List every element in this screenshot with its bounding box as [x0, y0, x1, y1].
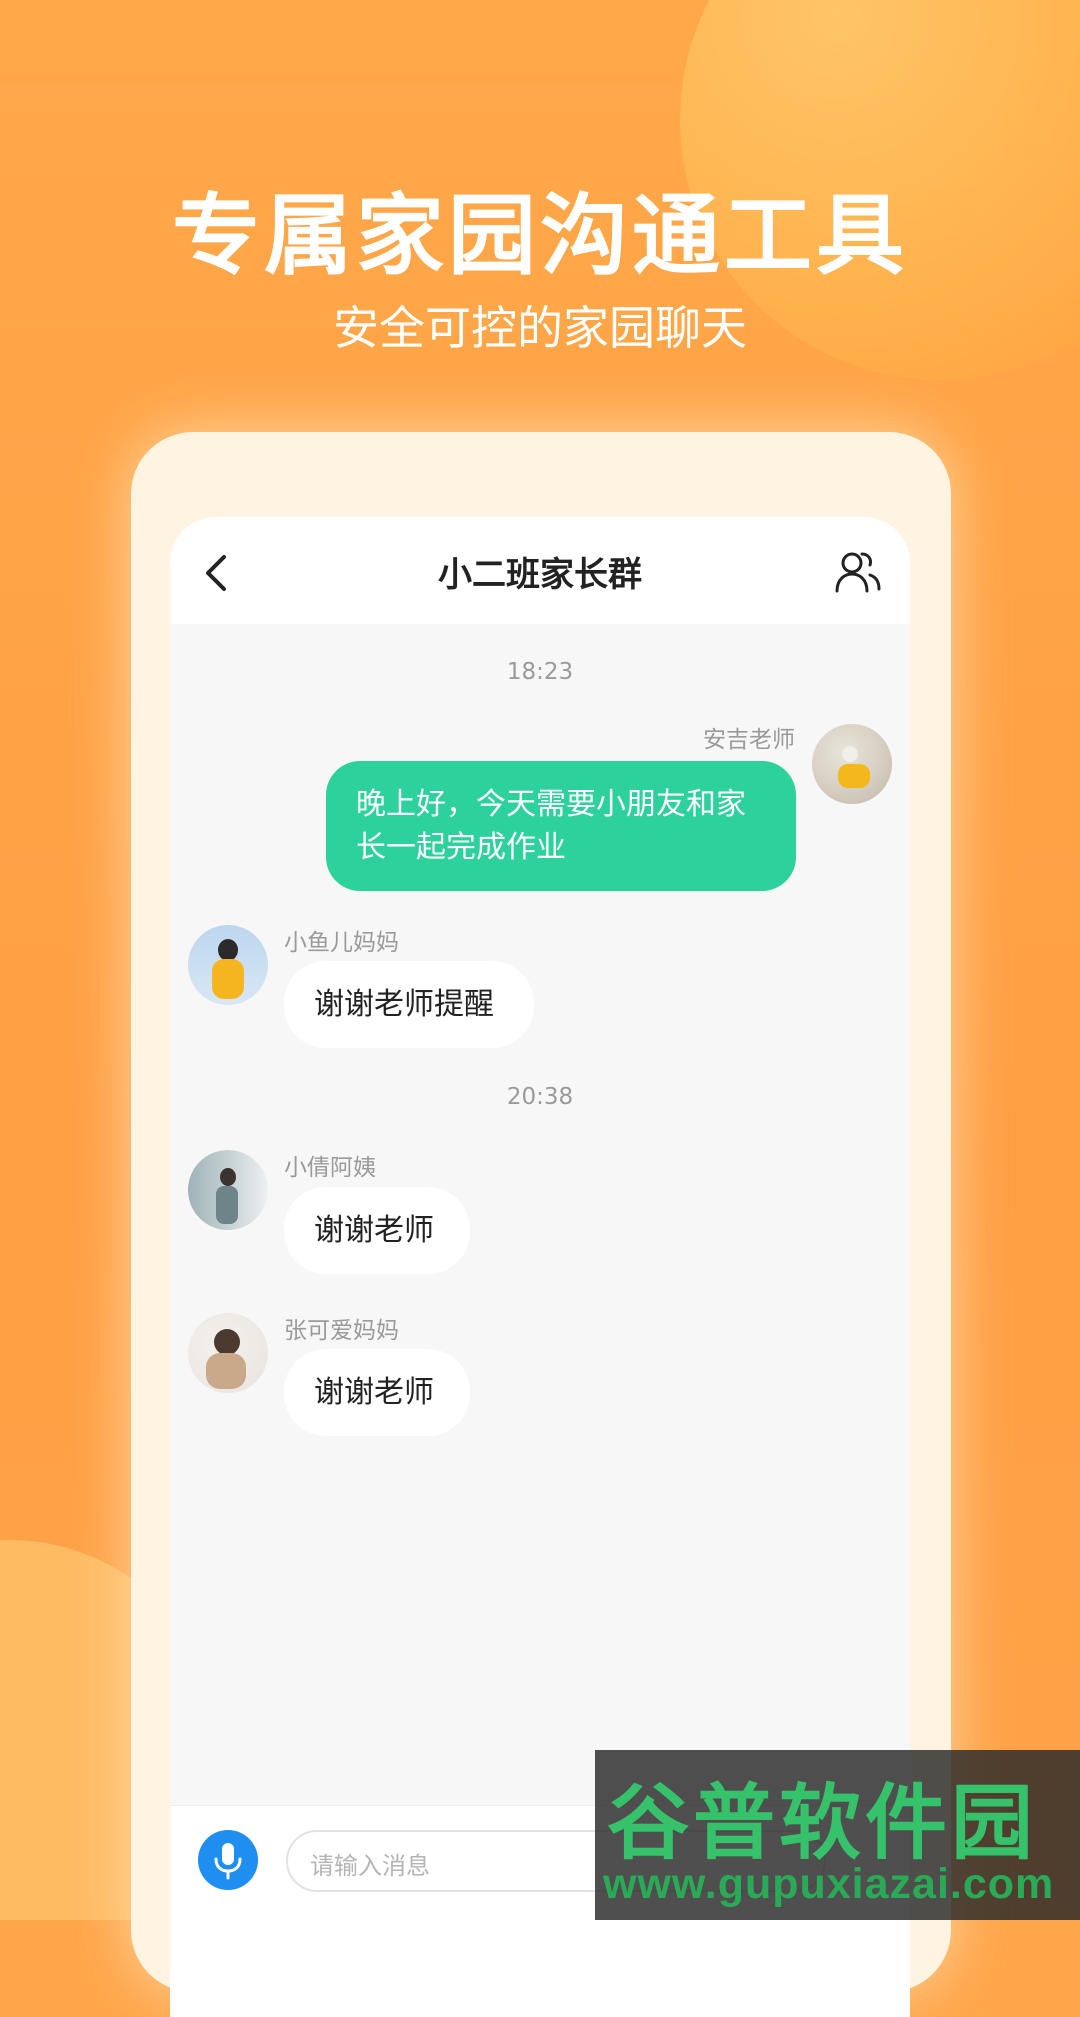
promo-headline: 专属家园沟通工具: [171, 184, 908, 287]
sender-name: 安吉老师: [703, 727, 795, 753]
microphone-icon: [214, 1843, 242, 1880]
avatar[interactable]: [188, 1150, 268, 1230]
message-bubble[interactable]: 晚上好，今天需要小朋友和家长一起完成作业: [326, 761, 796, 891]
site-watermark: 谷普软件园 www.gupuxiazai.com: [595, 1750, 1080, 1920]
watermark-title: 谷普软件园: [607, 1776, 1038, 1871]
avatar[interactable]: [188, 925, 268, 1005]
chat-header: 小二班家长群: [170, 517, 910, 624]
chat-title: 小二班家长群: [438, 555, 642, 595]
watermark-url: www.gupuxiazai.com: [603, 1860, 1055, 1908]
avatar[interactable]: [188, 1313, 268, 1393]
sender-name: 小鱼儿妈妈: [284, 930, 399, 956]
avatar[interactable]: [812, 724, 892, 804]
message-bubble[interactable]: 谢谢老师: [284, 1187, 470, 1274]
voice-input-button[interactable]: [198, 1830, 258, 1890]
message-input-placeholder: 请输入消息: [310, 1852, 430, 1880]
promo-subline: 安全可控的家园聊天: [333, 301, 747, 355]
timestamp: 20:38: [506, 1084, 574, 1110]
sender-name: 张可爱妈妈: [284, 1318, 399, 1344]
message-bubble[interactable]: 谢谢老师提醒: [284, 961, 534, 1048]
timestamp: 18:23: [506, 659, 574, 685]
sender-name: 小倩阿姨: [284, 1155, 376, 1181]
group-members-button[interactable]: [834, 549, 882, 595]
message-bubble[interactable]: 谢谢老师: [284, 1349, 470, 1436]
group-members-icon: [835, 552, 881, 593]
